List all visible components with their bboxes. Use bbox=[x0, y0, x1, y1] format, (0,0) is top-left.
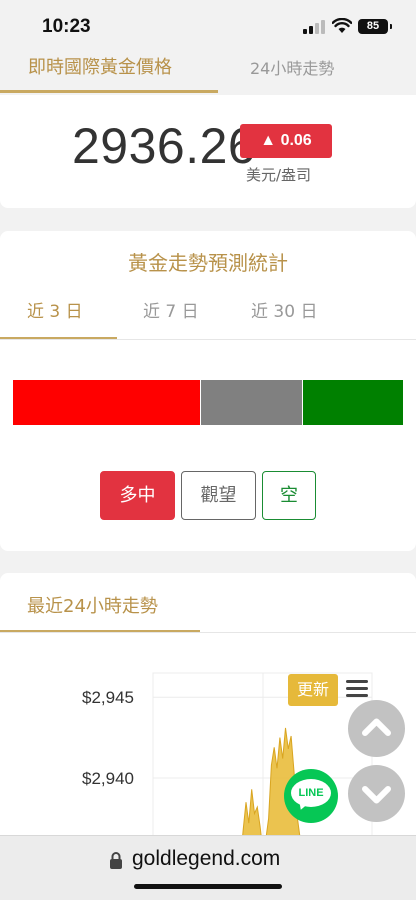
vote-neutral-button[interactable]: 觀望 bbox=[181, 471, 256, 520]
scroll-down-button[interactable] bbox=[348, 765, 405, 822]
ratio-segment-neutral bbox=[200, 380, 302, 425]
period-tab-30d[interactable]: 近 30 日 bbox=[251, 297, 317, 322]
y-tick-label: $2,940 bbox=[82, 769, 134, 788]
url-text[interactable]: goldlegend.com bbox=[132, 847, 280, 871]
vote-long-button[interactable]: 多中 bbox=[100, 471, 175, 520]
period-tab-3d[interactable]: 近 3 日 bbox=[27, 297, 83, 322]
home-indicator bbox=[134, 884, 282, 889]
forecast-card: 黃金走勢預測統計 近 3 日 近 7 日 近 30 日 多中 觀望 空 bbox=[0, 231, 416, 551]
forecast-title: 黃金走勢預測統計 bbox=[128, 251, 288, 275]
ratio-segment-long bbox=[13, 380, 201, 425]
refresh-button[interactable]: 更新 bbox=[288, 674, 338, 706]
price-card: 2936.26 bbox=[0, 95, 416, 208]
ratio-segment-short bbox=[301, 380, 403, 425]
y-tick-label: $2,945 bbox=[82, 688, 134, 707]
scroll-up-button[interactable] bbox=[348, 700, 405, 757]
battery-tip bbox=[390, 24, 392, 29]
line-logo-tail bbox=[297, 801, 307, 812]
top-tabs: 即時國際黃金價格 24小時走勢 bbox=[0, 50, 416, 93]
period-tab-7d[interactable]: 近 7 日 bbox=[143, 297, 199, 322]
line-logo: LINE bbox=[291, 779, 331, 807]
tab-24h-trend[interactable]: 24小時走勢 bbox=[250, 55, 334, 79]
price-unit-label: 美元/盎司 bbox=[246, 166, 312, 184]
browser-address-bar[interactable]: goldlegend.com bbox=[0, 835, 416, 900]
line-share-button[interactable]: LINE bbox=[284, 769, 338, 823]
wifi-icon bbox=[332, 18, 352, 33]
chevron-down-icon bbox=[362, 786, 391, 804]
forecast-ratio-bar bbox=[13, 380, 403, 425]
price-change-badge: ▲ 0.06 bbox=[240, 124, 332, 158]
tab-realtime-price[interactable]: 即時國際黃金價格 bbox=[28, 53, 172, 79]
chart-title: 最近24小時走勢 bbox=[27, 596, 158, 617]
status-bar: 10:23 85 bbox=[0, 0, 416, 50]
signal-icon bbox=[303, 20, 325, 34]
chevron-up-icon bbox=[362, 718, 391, 736]
active-tab-indicator bbox=[0, 90, 218, 93]
lock-icon bbox=[110, 852, 122, 869]
menu-icon[interactable] bbox=[346, 680, 368, 698]
battery-icon: 85 bbox=[358, 19, 388, 34]
period-divider bbox=[0, 339, 416, 340]
gold-price-value: 2936.26 bbox=[72, 118, 257, 174]
status-time: 10:23 bbox=[42, 16, 91, 37]
vote-short-button[interactable]: 空 bbox=[262, 471, 316, 520]
